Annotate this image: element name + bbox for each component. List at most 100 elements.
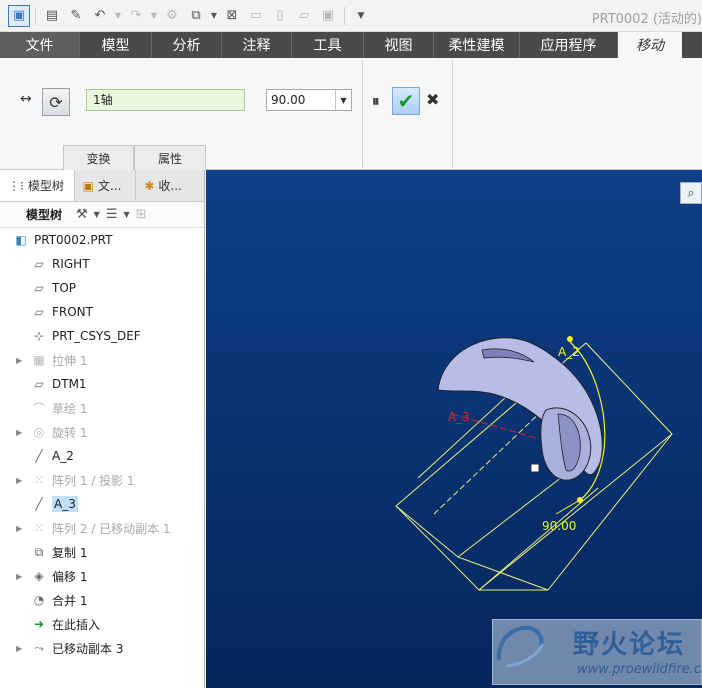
tree-item-label: RIGHT [52, 257, 90, 271]
extrude-icon: ▦ [33, 353, 45, 367]
tree-item[interactable]: ▶▱RIGHT [0, 252, 204, 276]
show-list-icon[interactable]: ☰ [106, 207, 118, 222]
edit-icon[interactable]: ✎ [65, 5, 87, 27]
tree-item-label: 在此插入 [52, 617, 101, 632]
tree-item[interactable]: ▶▱TOP [0, 276, 204, 300]
switch-window-dropdown-icon[interactable]: ▼ [209, 5, 219, 27]
angle-input[interactable]: 90.00 ▼ [266, 89, 352, 111]
open-icon[interactable]: ▭ [245, 5, 267, 27]
toolbar-divider [35, 6, 36, 25]
move-dashboard: ↔ ⟳ 1轴 90.00 ▼ ⏸ ✔ ✖ 变换 属性 [0, 58, 702, 170]
expand-arrow-icon[interactable]: ▶ [16, 524, 30, 533]
tab-model[interactable]: 模型 [80, 32, 152, 58]
datum-plane-icon: ▱ [34, 281, 44, 295]
tree-item[interactable]: ▶⌒草绘 1 [0, 396, 204, 420]
regenerate-icon[interactable]: ▤ [41, 5, 63, 27]
reference-collector[interactable]: 1轴 [86, 89, 245, 111]
redo-icon[interactable]: ↷ [125, 5, 147, 27]
switch-window-icon[interactable]: ⧉ [185, 5, 207, 27]
watermark: 野火论坛 www.proewildfire.cn [492, 619, 702, 685]
tab-move[interactable]: 移动 [618, 32, 682, 58]
show-dropdown-icon[interactable]: ▼ [123, 210, 129, 219]
tab-applications[interactable]: 应用程序 [520, 32, 618, 58]
undo-icon[interactable]: ↶ [89, 5, 111, 27]
pause-icon[interactable]: ⏸ [372, 92, 379, 110]
open-folder-icon[interactable]: ▱ [293, 5, 315, 27]
tree-item[interactable]: ▶◔合并 1 [0, 588, 204, 612]
rotate-icon: ⟳ [49, 92, 63, 112]
tree-item[interactable]: ▶ ▦ 拉伸 1 [0, 348, 204, 372]
tree-item[interactable]: ▶ ◈ 偏移 1 [0, 564, 204, 588]
settings-icon[interactable]: ⚒ [76, 207, 88, 222]
csys-icon: ⊹ [33, 329, 45, 343]
angle-dimension-label[interactable]: 90.00 [542, 519, 576, 533]
tree-item-label: FRONT [52, 305, 93, 319]
window-icon[interactable]: ▣ [8, 4, 30, 27]
settings-dropdown-icon[interactable]: ▼ [94, 210, 100, 219]
tree-item[interactable]: ▶⧉复制 1 [0, 540, 204, 564]
tree-item[interactable]: ▶ ◎ 旋转 1 [0, 420, 204, 444]
axis-handle[interactable] [567, 336, 573, 342]
expand-arrow-icon[interactable]: ▶ [16, 428, 30, 437]
tree-item[interactable]: ▶➜在此插入 [0, 612, 204, 636]
tab-view[interactable]: 视图 [364, 32, 434, 58]
navigator-panel: ⋮⁝ 模型树 ▣ 文... ✱ 收... 模型树 ⚒ ▼ ☰ ▼ ⊞ ▶ ◧ PRT… [0, 170, 205, 688]
tree-item-label: 已移动副本 3 [52, 641, 124, 656]
tab-folder-browser[interactable]: ▣ 文... [75, 170, 137, 201]
customize-toolbar-icon[interactable]: ▼ [350, 5, 372, 27]
cancel-icon[interactable]: ✖ [426, 90, 439, 109]
graphics-window[interactable]: ⌕ A_3 A_2 90.00 野火论坛 www.proewildfire.cn [206, 170, 702, 688]
subtab-properties[interactable]: 属性 [134, 145, 206, 170]
redo-dropdown-icon[interactable]: ▼ [149, 5, 159, 27]
model-tree-icon: ⋮⁝ [8, 178, 24, 193]
expand-arrow-icon[interactable]: ▶ [16, 572, 30, 581]
tree-item[interactable]: ▶╱A_2 [0, 444, 204, 468]
chevron-down-icon[interactable]: ▼ [335, 90, 351, 110]
regenerate-manager-icon[interactable]: ⚙ [161, 5, 183, 27]
tree-item[interactable]: ▶ ⁙ 阵列 1 / 投影 1 [0, 468, 204, 492]
rotate-button[interactable]: ⟳ [42, 88, 70, 116]
tree-item-label: PRT0002.PRT [34, 233, 113, 247]
tree-item[interactable]: ▶▱FRONT [0, 300, 204, 324]
tree-item[interactable]: ▶▱DTM1 [0, 372, 204, 396]
merge-icon: ◔ [33, 593, 45, 607]
undo-dropdown-icon[interactable]: ▼ [113, 5, 123, 27]
translate-icon[interactable]: ↔ [20, 91, 32, 107]
tree-item-label: A_3 [52, 496, 78, 512]
copy-icon: ⧉ [34, 544, 44, 559]
tree-item[interactable]: ▶ ⤳ 已移动副本 3 [0, 636, 204, 660]
favorites-icon: ✱ [144, 178, 155, 193]
tab-favorites[interactable]: ✱ 收... [136, 170, 204, 201]
tree-toolbar-label: 模型树 [26, 208, 63, 222]
origin-drag-handle[interactable] [530, 463, 540, 473]
bbox-edge [478, 487, 599, 591]
tree-filter-icon[interactable]: ⊞ [136, 207, 147, 222]
tab-model-tree[interactable]: ⋮⁝ 模型树 [0, 170, 75, 201]
tree-item[interactable]: ▶⊹PRT_CSYS_DEF [0, 324, 204, 348]
expand-arrow-icon[interactable]: ▶ [16, 644, 30, 653]
model-tree: ▶ ◧ PRT0002.PRT ▶ ▱ RIGHT ▶ ▱ TOP ▶ ▱ FRONT ▶ ⊹ PRT_CS… [0, 228, 204, 660]
tree-item[interactable]: ▶ ⁙ 阵列 2 / 已移动副本 1 [0, 516, 204, 540]
tree-item[interactable]: ▶╱A_3 [0, 492, 204, 516]
tab-file[interactable]: 文件 [0, 32, 80, 58]
tab-model-tree-label: 模型树 [27, 179, 64, 193]
subtab-transform[interactable]: 变换 [63, 145, 134, 170]
tab-annotate[interactable]: 注释 [222, 32, 292, 58]
tab-tools[interactable]: 工具 [292, 32, 364, 58]
tree-item-label: 草绘 1 [52, 401, 88, 416]
angle-value[interactable]: 90.00 [267, 90, 335, 110]
save-icon[interactable]: ▣ [317, 5, 339, 27]
expand-arrow-icon[interactable]: ▶ [16, 476, 30, 485]
datum-axis-icon: ╱ [35, 497, 43, 511]
close-window-icon[interactable]: ⊠ [221, 5, 243, 27]
expand-arrow-icon[interactable]: ▶ [16, 356, 30, 365]
tree-item[interactable]: ▶◧PRT0002.PRT [0, 228, 204, 252]
axis-a3-label: A_3 [448, 410, 470, 424]
watermark-url: www.proewildfire.cn [577, 662, 702, 677]
datum-axis-icon: ╱ [35, 449, 43, 463]
tab-analysis[interactable]: 分析 [152, 32, 222, 58]
tab-flexible-modeling[interactable]: 柔性建模 [434, 32, 520, 58]
tree-item-label: TOP [52, 281, 77, 295]
confirm-button[interactable]: ✔ [392, 87, 420, 115]
new-file-icon[interactable]: ▯ [269, 5, 291, 27]
